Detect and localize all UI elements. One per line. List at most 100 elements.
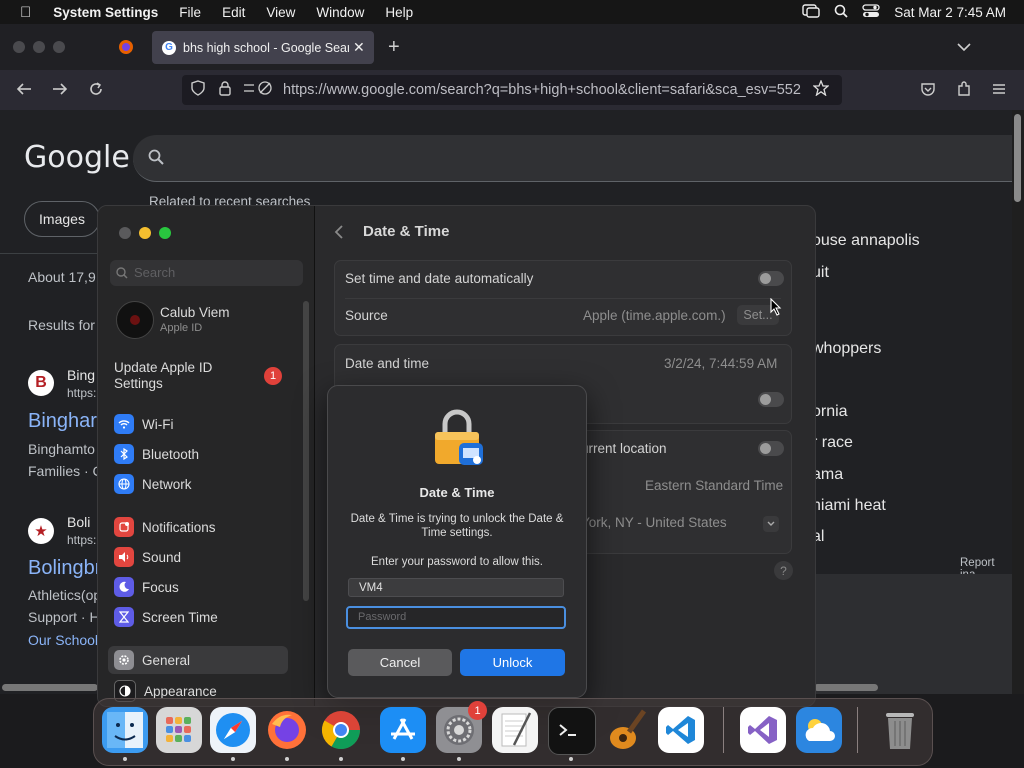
avatar[interactable] [116, 301, 154, 339]
textedit-icon[interactable] [492, 707, 538, 753]
images-chip[interactable]: Images [24, 201, 100, 237]
result-url[interactable]: https: [67, 533, 96, 547]
sidebar-item-screen-time[interactable]: Screen Time [114, 607, 218, 627]
menu-bar:  System Settings File Edit View Window … [0, 0, 1024, 24]
menu-file[interactable]: File [179, 5, 201, 20]
menu-clock[interactable]: Sat Mar 2 7:45 AM [894, 5, 1006, 20]
related-search-item[interactable]: ama [812, 466, 843, 484]
permissions-icon[interactable] [243, 80, 273, 100]
sidebar-item-notifications[interactable]: Notifications [114, 517, 216, 537]
tab-google-search[interactable]: G bhs high school - Google Search ✕ [152, 31, 374, 64]
window-close-button[interactable] [13, 41, 25, 53]
pocket-icon[interactable] [920, 81, 936, 102]
firefox-view-icon[interactable] [118, 39, 134, 60]
sidebar-item-bluetooth[interactable]: Bluetooth [114, 444, 199, 464]
location-toggle[interactable] [758, 441, 784, 456]
url-text[interactable]: https://www.google.com/search?q=bhs+high… [283, 82, 801, 98]
sidebar-item-sound[interactable]: Sound [114, 547, 181, 567]
password-field[interactable]: Password [346, 606, 566, 629]
cancel-button[interactable]: Cancel [348, 649, 452, 676]
sidebar-scrollbar[interactable] [303, 301, 309, 601]
update-apple-id-settings[interactable]: Update Apple ID Settings [114, 360, 244, 392]
back-icon[interactable] [16, 81, 32, 102]
settings-badge: 1 [468, 701, 487, 720]
reload-icon[interactable] [88, 81, 104, 102]
apple-menu-icon[interactable]:  [20, 4, 31, 21]
horizontal-scrollbar[interactable] [814, 684, 878, 691]
hamburger-menu-icon[interactable] [992, 82, 1006, 100]
address-bar[interactable]: https://www.google.com/search?q=bhs+high… [182, 75, 842, 105]
menu-view[interactable]: View [266, 5, 295, 20]
weather-icon[interactable] [796, 707, 842, 753]
visual-studio-icon[interactable] [740, 707, 786, 753]
auto-time-toggle[interactable] [758, 271, 784, 286]
new-tab-icon[interactable]: + [388, 36, 400, 59]
unlock-button[interactable]: Unlock [460, 649, 565, 676]
window-zoom-button[interactable] [53, 41, 65, 53]
window-minimize-button[interactable] [139, 227, 151, 239]
bookmark-star-icon[interactable] [812, 79, 830, 100]
related-search-item[interactable]: r race [812, 434, 853, 452]
trash-icon[interactable] [877, 707, 923, 753]
result-site-name[interactable]: Boli [67, 514, 90, 530]
garageband-icon[interactable] [604, 707, 650, 753]
menu-window[interactable]: Window [316, 5, 364, 20]
spotlight-search-icon[interactable] [834, 4, 848, 21]
side-panel [813, 574, 1012, 694]
result-sitelink[interactable]: Our School [28, 632, 98, 648]
tracking-shield-icon[interactable] [191, 80, 205, 100]
extensions-icon[interactable] [956, 81, 972, 102]
finder-icon[interactable] [102, 707, 148, 753]
related-search-item[interactable]: ouse annapolis [812, 232, 920, 250]
closest-city-value[interactable]: York, NY - United States [581, 515, 727, 530]
settings-search-field[interactable]: Search [110, 260, 303, 286]
window-minimize-button[interactable] [33, 41, 45, 53]
lock-icon[interactable] [219, 80, 231, 100]
firefox-icon[interactable] [264, 707, 310, 753]
result-url[interactable]: https: [67, 386, 96, 400]
running-indicator [457, 757, 461, 761]
menu-edit[interactable]: Edit [222, 5, 245, 20]
username-field[interactable]: VM4 [348, 578, 564, 597]
result-site-name[interactable]: Bing [67, 367, 95, 383]
window-close-button[interactable] [119, 227, 131, 239]
user-name[interactable]: Calub Viem [160, 305, 230, 320]
related-search-item[interactable]: niami heat [812, 497, 886, 515]
sidebar-item-label: Bluetooth [142, 446, 200, 462]
control-center-icon[interactable] [862, 4, 880, 21]
app-store-icon[interactable] [380, 707, 426, 753]
notification-badge: 1 [264, 367, 282, 385]
launchpad-icon[interactable] [156, 707, 202, 753]
avatar-image [130, 315, 140, 325]
sidebar-item-general[interactable]: General [114, 650, 190, 670]
vscode-icon[interactable] [658, 707, 704, 753]
result-title[interactable]: Binghar [28, 410, 97, 433]
running-indicator [569, 757, 573, 761]
horizontal-scrollbar[interactable] [2, 684, 98, 691]
chrome-icon[interactable] [318, 707, 364, 753]
result-title[interactable]: Bolingbr [28, 557, 101, 580]
tab-close-icon[interactable]: ✕ [353, 39, 365, 56]
sidebar-item-focus[interactable]: Focus [114, 577, 179, 597]
google-search-box[interactable] [133, 135, 1013, 182]
google-logo[interactable]: Google [24, 140, 130, 175]
24-hour-toggle[interactable] [758, 392, 784, 407]
sidebar-item-wifi[interactable]: Wi-Fi [114, 414, 173, 434]
screen-mirroring-icon[interactable] [802, 4, 820, 21]
menu-app-name[interactable]: System Settings [53, 5, 158, 20]
city-chevron-down-icon[interactable] [763, 516, 779, 532]
result-snippet: Support · H [28, 609, 100, 625]
tab-list-chevron-icon[interactable] [957, 39, 971, 57]
related-search-item[interactable]: whoppers [812, 340, 881, 358]
vertical-scrollbar-thumb[interactable] [1014, 114, 1021, 202]
safari-icon[interactable] [210, 707, 256, 753]
related-search-item[interactable]: ornia [812, 403, 848, 421]
window-zoom-button[interactable] [159, 227, 171, 239]
forward-icon[interactable] [52, 81, 68, 102]
back-chevron-icon[interactable] [334, 224, 344, 245]
terminal-icon[interactable] [548, 707, 596, 755]
menu-help[interactable]: Help [385, 5, 413, 20]
sidebar-item-network[interactable]: Network [114, 474, 192, 494]
running-indicator [401, 757, 405, 761]
help-button[interactable]: ? [774, 561, 793, 580]
